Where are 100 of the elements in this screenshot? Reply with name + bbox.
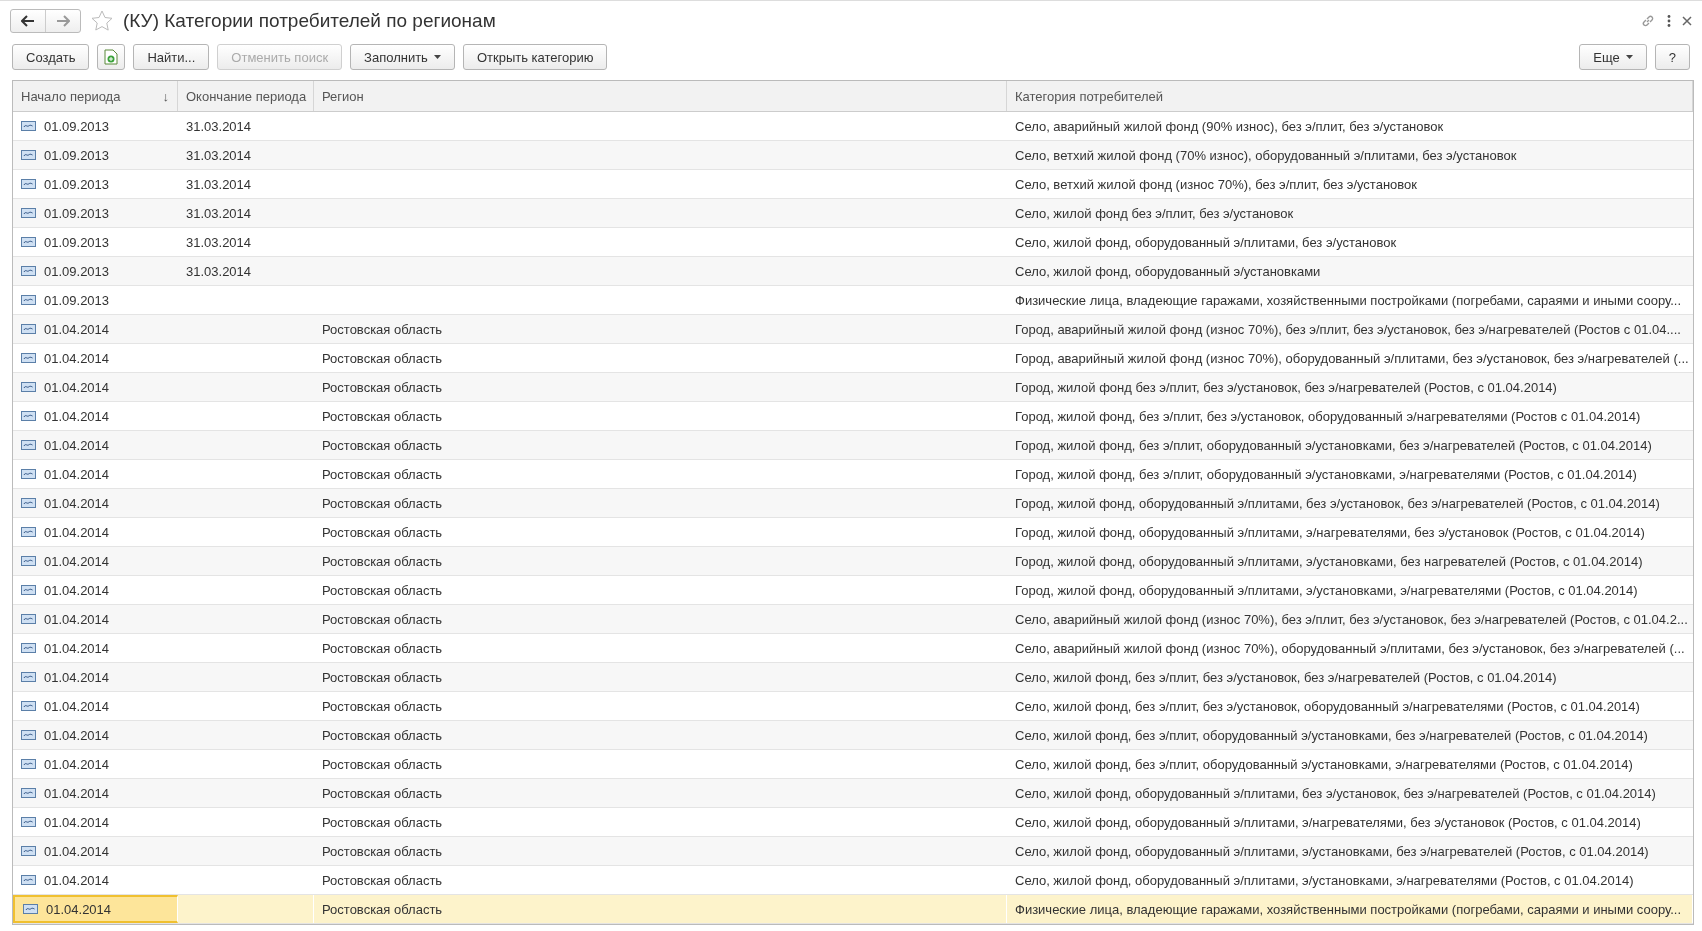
record-icon (21, 324, 36, 334)
document-plus-icon (104, 49, 119, 65)
toolbar-button[interactable]: Создать (12, 44, 90, 70)
start-date: 01.04.2014 (44, 698, 110, 714)
close-icon[interactable] (1682, 15, 1692, 26)
record-icon (21, 672, 36, 682)
column-header[interactable]: Начало периода ↓ (13, 81, 178, 111)
toolbar-button[interactable]: ? (1654, 44, 1690, 70)
record-icon (21, 150, 36, 160)
table-cell-text: Город, аварийный жилой фонд (износ 70%), без э/плит, без э/установок, без э/нагревателей (Ростов с 01.04.... (1014, 320, 1682, 339)
end-date: 31.03.2014 (186, 176, 252, 192)
start-date: 01.04.2014 (44, 379, 110, 395)
table-cell-text: Село, ветхий жилой фонд (70% износ), оборудованный э/плитами, без э/установок (1014, 146, 1518, 165)
table-row[interactable]: 01.04.2014 Ростовская область Город, жилой фонд, оборудованный э/плитами, без э/установок, без э/нагревателей (Ростов, с 01.04.2014) (13, 489, 1693, 518)
record-icon (21, 643, 36, 653)
region-name: Ростовская область (322, 379, 443, 395)
region-name: Ростовская область (322, 524, 443, 540)
start-date: 01.04.2014 (44, 553, 110, 569)
region-name: Ростовская область (322, 350, 443, 366)
start-date: 01.04.2014 (44, 350, 110, 366)
table-cell-text: Село, жилой фонд, без э/плит, оборудованный э/установками, э/нагревателями (Ростов, с 01.04.2014) (1014, 755, 1634, 774)
start-date: 01.04.2014 (44, 582, 110, 598)
more-icon[interactable] (1666, 13, 1672, 28)
record-icon (21, 237, 36, 247)
region-name: Ростовская область (322, 437, 443, 453)
table-row[interactable]: 01.04.2014 Ростовская область Село, жилой фонд, без э/плит, без э/установок, без э/нагревателей (Ростов, с 01.04.2014) (13, 663, 1693, 692)
table-row[interactable]: 01.09.2013 31.03.2014 Село, жилой фонд, оборудованный э/установками (13, 257, 1693, 286)
region-name: Ростовская область (322, 785, 443, 801)
record-icon (21, 701, 36, 711)
column-header[interactable]: Категория потребителей (1007, 81, 1693, 111)
start-date: 01.04.2014 (44, 727, 110, 743)
back-arrow-icon (21, 14, 35, 27)
region-name: Ростовская область (322, 669, 443, 685)
region-name: Ростовская область (322, 727, 443, 743)
start-date: 01.09.2013 (44, 176, 110, 192)
star-icon[interactable] (91, 10, 113, 31)
table-cell-text: Село, жилой фонд, оборудованный э/установками (1014, 262, 1322, 281)
table-row[interactable]: 01.04.2014 Ростовская область Село, жилой фонд, оборудованный э/плитами, э/установками, без э/нагревателей (Ростов, с 01.04.2014) (13, 837, 1693, 866)
record-icon (23, 904, 38, 914)
start-date: 01.04.2014 (44, 524, 110, 540)
start-date: 01.04.2014 (44, 495, 110, 511)
forward-arrow-icon (56, 14, 70, 27)
start-date: 01.04.2014 (44, 814, 110, 830)
table-row[interactable]: 01.04.2014 Ростовская область Город, жилой фонд без э/плит, без э/установок, без э/нагревателей (Ростов, с 01.04.2014) (13, 373, 1693, 402)
table-row[interactable]: 01.04.2014 Ростовская область Город, жилой фонд, без э/плит, оборудованный э/установками, без э/нагревателей (Ростов, с 01.04.2014) (13, 431, 1693, 460)
table-row[interactable]: 01.04.2014 Ростовская область Физические лица, владеющие гаражами, хозяйственными постройками (погребами, сараями и иными соору... (13, 895, 1693, 924)
end-date: 31.03.2014 (186, 205, 252, 221)
record-icon (21, 498, 36, 508)
region-name: Ростовская область (322, 582, 443, 598)
record-icon (21, 614, 36, 624)
table-cell-text: Село, жилой фонд, оборудованный э/плитами, без э/установок, без э/нагревателей (Ростов, с 01.04.2014) (1014, 784, 1657, 803)
table-cell-text: Село, жилой фонд, без э/плит, оборудованный э/установками, без э/нагревателей (Ростов, с 01.04.2014) (1014, 726, 1649, 745)
table-cell-text: Село, жилой фонд без э/плит, без э/установок (1014, 204, 1295, 223)
start-date: 01.04.2014 (44, 872, 110, 888)
record-icon (21, 121, 36, 131)
save-document-button[interactable] (97, 44, 126, 70)
table-row[interactable]: 01.04.2014 Ростовская область Село, жилой фонд, оборудованный э/плитами, без э/установок, без э/нагревателей (Ростов, с 01.04.2014) (13, 779, 1693, 808)
start-date: 01.04.2014 (44, 756, 110, 772)
end-date: 31.03.2014 (186, 234, 252, 250)
start-date: 01.09.2013 (44, 147, 110, 163)
region-name: Ростовская область (322, 495, 443, 511)
end-date: 31.03.2014 (186, 147, 252, 163)
table-row[interactable]: 01.09.2013 31.03.2014 Село, ветхий жилой фонд (70% износ), оборудованный э/плитами, без э/установок (13, 141, 1693, 170)
record-icon (21, 411, 36, 421)
table-cell-text: Город, жилой фонд, оборудованный э/плитами, э/установками, э/нагревателями (Ростов, с 01.04.2014) (1014, 581, 1639, 600)
table-cell-text: Село, жилой фонд, оборудованный э/плитами, без э/установок (1014, 233, 1398, 252)
table-row[interactable]: 01.09.2013 31.03.2014 Село, жилой фонд без э/плит, без э/установок (13, 199, 1693, 228)
end-date: 31.03.2014 (186, 118, 252, 134)
table-cell-text: Село, жилой фонд, без э/плит, без э/установок, оборудованный э/нагревателями (Ростов, с 01.04.2014) (1014, 697, 1641, 716)
table-cell-text: Село, жилой фонд, оборудованный э/плитами, э/установками, э/нагревателями (Ростов, с 01.04.2014) (1014, 871, 1635, 890)
table-cell: Физические лица, владеющие гаражами, хозяйственными постройками (погребами, сараями и иными соору... (1007, 895, 1693, 923)
table-cell-text: Село, жилой фонд, без э/плит, без э/установок, без э/нагревателей (Ростов, с 01.04.2014) (1014, 668, 1558, 687)
toolbar-button[interactable]: Открыть категорию (462, 44, 608, 70)
region-name: Ростовская область (322, 553, 443, 569)
start-date: 01.04.2014 (44, 437, 110, 453)
table-cell-text: Город, жилой фонд, оборудованный э/плитами, без э/установок, без э/нагревателей (Ростов, с 01.04.2014) (1014, 494, 1661, 513)
region-name: Ростовская область (322, 408, 443, 424)
start-date: 01.04.2014 (44, 640, 110, 656)
record-icon (21, 179, 36, 189)
dropdown-button[interactable]: Еще (1579, 44, 1647, 70)
table-row[interactable]: 01.04.2014 Ростовская область Село, жилой фонд, без э/плит, оборудованный э/установками, без э/нагревателей (Ростов, с 01.04.2014) (13, 721, 1693, 750)
column-header[interactable]: Регион (314, 81, 1007, 111)
table-cell-text: Город, аварийный жилой фонд (износ 70%), оборудованный э/плитами, без э/установок, без э/нагревателей (... (1014, 349, 1690, 368)
table-cell-text: Город, жилой фонд, без э/плит, без э/установок, оборудованный э/нагревателями (Ростов с 01.04.2014) (1014, 407, 1642, 426)
record-icon (21, 788, 36, 798)
table-cell-text: Город, жилой фонд, без э/плит, оборудованный э/установками, э/нагревателями (Ростов, с 01.04.2014) (1014, 465, 1638, 484)
table-cell-text: Село, жилой фонд, оборудованный э/плитами, э/нагревателями, без э/установок (Ростов, с 01.04.2014) (1014, 813, 1642, 832)
end-date: 31.03.2014 (186, 263, 252, 279)
record-icon (21, 353, 36, 363)
dropdown-button[interactable]: Заполнить (350, 44, 455, 70)
table-row[interactable]: 01.04.2014 Ростовская область Село, аварийный жилой фонд (износ 70%), без э/плит, без э/установок, без э/нагревателей (Ростов, с 01.04.2... (13, 605, 1693, 634)
table-cell-text: Село, жилой фонд, оборудованный э/плитами, э/установками, без э/нагревателей (Ростов, с 01.04.2014) (1014, 842, 1650, 861)
column-header[interactable]: Окончание периода (178, 81, 314, 111)
record-icon (21, 846, 36, 856)
toolbar-button[interactable]: Найти... (133, 44, 210, 70)
record-icon (21, 295, 36, 305)
table-row[interactable]: 01.04.2014 Ростовская область Город, жилой фонд, оборудованный э/плитами, э/установками, без нагревателей (Ростов, с 01.04.2014) (13, 547, 1693, 576)
record-icon (21, 817, 36, 827)
table-row[interactable]: 01.04.2014 Ростовская область Город, аварийный жилой фонд (износ 70%), без э/плит, без э/установок, без э/нагревателей (Ростов с 01.04.... (13, 315, 1693, 344)
record-icon (21, 759, 36, 769)
